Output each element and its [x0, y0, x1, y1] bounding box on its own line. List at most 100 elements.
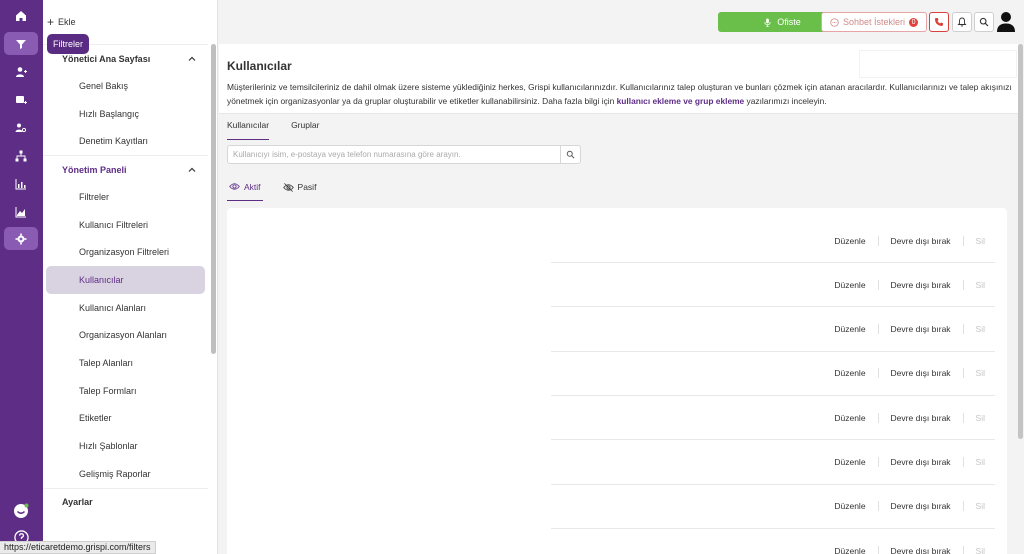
bell-icon	[957, 17, 967, 27]
page-description: Müşterileriniz ve temsilcileriniz de dah…	[227, 80, 1013, 108]
search-input[interactable]	[228, 146, 560, 163]
disable-button[interactable]: Devre dışı bırak	[877, 501, 963, 512]
phone-icon	[935, 18, 943, 26]
nav-item[interactable]: Talep Alanları	[43, 349, 208, 377]
nav-item[interactable]: Organizasyon Filtreleri	[43, 238, 208, 266]
eye-off-icon	[282, 182, 294, 192]
group-add-link[interactable]: grup ekleme	[695, 96, 744, 106]
tab-gruplar[interactable]: Gruplar	[291, 120, 319, 140]
disable-button[interactable]: Devre dışı bırak	[877, 368, 963, 379]
delete-button[interactable]: Sil	[962, 501, 995, 512]
nav-scrollbar[interactable]	[211, 44, 216, 354]
mic-icon	[764, 17, 771, 27]
nav-item[interactable]: Kullanıcı Alanları	[43, 294, 208, 322]
phone-button[interactable]	[929, 12, 949, 32]
delete-button[interactable]: Sil	[962, 235, 995, 246]
home-icon[interactable]	[4, 4, 38, 27]
nav-section-title: Ayarlar	[62, 497, 93, 508]
delete-button[interactable]: Sil	[962, 546, 995, 554]
add-label: Ekle	[58, 17, 76, 27]
nav-section-header[interactable]: Ayarlar	[43, 487, 208, 516]
page-scrollbar-thumb[interactable]	[1018, 44, 1023, 439]
add-button[interactable]: + Ekle	[47, 14, 76, 30]
page-header: Kullanıcılar Müşterileriniz ve temsilcil…	[219, 44, 1019, 114]
org-chart-icon[interactable]	[4, 144, 38, 167]
nav-item[interactable]: Denetim Kayıtları	[43, 127, 208, 155]
nav-section-title: Yönetim Paneli	[62, 164, 127, 175]
delete-button[interactable]: Sil	[962, 457, 995, 467]
search-submit-button[interactable]	[560, 146, 580, 163]
filter-icon[interactable]	[4, 32, 38, 55]
ticket-add-icon[interactable]	[4, 88, 38, 111]
user-add-icon[interactable]	[4, 60, 38, 83]
chat-bot-icon[interactable]	[4, 499, 38, 522]
users-search-icon[interactable]	[4, 116, 38, 139]
table-row: Düzenle Devre dışı bırak Sil	[551, 441, 995, 485]
nav-item[interactable]: Kullanıcı Filtreleri	[43, 211, 208, 239]
plus-icon: +	[47, 15, 55, 29]
search-button[interactable]	[974, 12, 994, 32]
nav-item[interactable]: Genel Bakış	[43, 72, 208, 100]
main-tabs: Kullanıcılar Gruplar	[227, 120, 341, 140]
nav-section-header[interactable]: Yönetim Paneli	[43, 155, 208, 183]
eye-icon	[229, 183, 240, 190]
disable-button[interactable]: Devre dışı bırak	[877, 412, 963, 423]
disable-button[interactable]: Devre dışı bırak	[877, 279, 963, 290]
edit-button[interactable]: Düzenle	[822, 413, 877, 423]
nav-item[interactable]: Filtreler	[43, 183, 208, 211]
delete-button[interactable]: Sil	[962, 324, 995, 335]
nav-item[interactable]: Etiketler	[43, 405, 208, 433]
tab-kullanicilar[interactable]: Kullanıcılar	[227, 120, 270, 140]
edit-button[interactable]: Düzenle	[822, 368, 877, 378]
disable-button[interactable]: Devre dışı bırak	[877, 235, 963, 246]
nav-list: Yönetici Ana Sayfası Genel Bakış Hızlı Baş…	[43, 44, 208, 516]
table-row: Düzenle Devre dışı bırak Sil	[551, 263, 995, 308]
chat-icon	[830, 17, 839, 27]
delete-button[interactable]: Sil	[962, 412, 995, 423]
status-label: Ofiste	[777, 17, 801, 27]
page-title: Kullanıcılar	[227, 59, 292, 73]
nav-item[interactable]: Hızlı Başlangıç	[43, 100, 208, 128]
table-row: Düzenle Devre dışı bırak Sil	[551, 219, 995, 263]
status-url: https://eticaretdemo.grispi.com/filters	[0, 541, 156, 554]
edit-button[interactable]: Düzenle	[822, 236, 877, 246]
delete-button[interactable]: Sil	[962, 279, 995, 290]
chat-requests-button[interactable]: Sohbet İstekleri 0	[821, 12, 927, 32]
icon-rail	[0, 0, 43, 554]
disable-button[interactable]: Devre dışı bırak	[877, 324, 963, 335]
users-table: Düzenle Devre dışı bırak Sil Düzenle Devre d…	[227, 208, 1007, 554]
nav-item[interactable]: Talep Formları	[43, 377, 208, 405]
search-icon	[566, 150, 575, 159]
notifications-button[interactable]	[952, 12, 972, 32]
settings-icon[interactable]	[4, 227, 38, 250]
nav-item[interactable]: Organizasyon Alanları	[43, 322, 208, 350]
chat-requests-badge: 0	[909, 17, 919, 27]
edit-button[interactable]: Düzenle	[822, 457, 877, 467]
edit-button[interactable]: Düzenle	[822, 546, 877, 554]
table-row: Düzenle Devre dışı bırak Sil	[551, 396, 995, 441]
tab-aktif[interactable]: Aktif	[227, 179, 263, 201]
nav-item[interactable]: Hızlı Şablonlar	[43, 432, 208, 460]
chart-icon[interactable]	[4, 172, 38, 195]
user-add-link[interactable]: kullanıcı ekleme	[617, 96, 681, 106]
delete-button[interactable]: Sil	[962, 368, 995, 379]
edit-button[interactable]: Düzenle	[822, 280, 877, 290]
settings-nav: + Ekle Yönetici Ana Sayfası Genel Bakış Hı…	[43, 0, 218, 554]
table-row: Düzenle Devre dışı bırak Sil	[551, 308, 995, 352]
description-connector: ve	[680, 96, 695, 106]
edit-button[interactable]: Düzenle	[822, 324, 877, 334]
nav-item[interactable]: Gelişmiş Raporlar	[43, 460, 208, 488]
tab-pasif[interactable]: Pasif	[281, 179, 319, 201]
nav-item[interactable]: Kullanıcılar	[46, 266, 205, 294]
tab-aktif-label: Aktif	[244, 181, 261, 192]
search-icon	[979, 17, 989, 27]
main-content: Kullanıcılar Müşterileriniz ve temsilcil…	[219, 44, 1019, 554]
user-avatar-icon[interactable]	[996, 11, 1016, 33]
tooltip: Filtreler	[47, 34, 90, 54]
report-icon[interactable]	[4, 200, 38, 223]
page-scrollbar	[1018, 0, 1024, 554]
disable-button[interactable]: Devre dışı bırak	[877, 546, 963, 554]
edit-button[interactable]: Düzenle	[822, 501, 877, 511]
table-row: Düzenle Devre dışı bırak Sil	[551, 485, 995, 529]
disable-button[interactable]: Devre dışı bırak	[877, 457, 963, 467]
